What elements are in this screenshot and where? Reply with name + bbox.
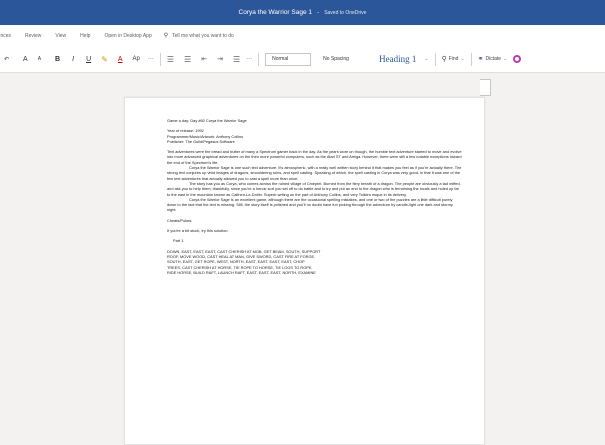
ribbon-toolbar: ↶ A A B I U ✎ A Ap ··· ☰ ☰ ⇤ ⇥ ☰ ··· Nor… bbox=[0, 46, 605, 73]
document-page[interactable]: Game a day: Day #60 Corya the Warrior Sa… bbox=[124, 97, 485, 445]
find-label: Find bbox=[448, 56, 459, 62]
ribbon-overflow-button[interactable]: ↶ bbox=[4, 56, 9, 63]
divider bbox=[159, 52, 161, 66]
menu-references[interactable]: rences bbox=[0, 33, 11, 39]
menu-open-desktop[interactable]: Open in Desktop App bbox=[104, 33, 151, 39]
font-color-icon[interactable]: A bbox=[118, 56, 123, 63]
find-button[interactable]: ⚲ Find ⌄ bbox=[442, 55, 465, 63]
page-navigation-box[interactable] bbox=[480, 79, 491, 96]
more-paragraph-options-button[interactable]: ··· bbox=[246, 56, 252, 62]
chevron-down-icon: ⌄ bbox=[460, 56, 465, 62]
increase-indent-icon[interactable]: ⇥ bbox=[217, 55, 223, 63]
clear-formatting-icon[interactable]: Ap bbox=[133, 56, 140, 62]
search-icon: ⚲ bbox=[441, 56, 447, 63]
menu-help[interactable]: Help bbox=[80, 33, 90, 39]
more-font-options-button[interactable]: ··· bbox=[148, 56, 154, 62]
doc-paragraph-3: The story has you as Corya, who comes ac… bbox=[167, 180, 461, 197]
dictate-label: Dictate bbox=[485, 56, 502, 62]
dictate-button[interactable]: ⚭ Dictate ⌄ bbox=[478, 55, 508, 63]
style-normal[interactable]: Normal bbox=[265, 52, 312, 66]
doc-paragraph-2: Corya the Warrior Sage is one such text … bbox=[167, 165, 462, 181]
style-heading-1[interactable]: Heading 1 bbox=[373, 53, 422, 66]
bold-button[interactable]: B bbox=[55, 56, 60, 63]
align-icon[interactable]: ☰ bbox=[233, 55, 240, 64]
title-separator: - bbox=[317, 9, 320, 16]
document-title[interactable]: Corya the Warrior Sage 1 bbox=[239, 9, 312, 16]
doc-paragraph-4: Corya the Warrior Sage is an excellent g… bbox=[167, 196, 453, 213]
underline-button[interactable]: U bbox=[86, 56, 91, 63]
decrease-indent-icon[interactable]: ⇤ bbox=[201, 55, 207, 63]
shrink-font-button[interactable]: A bbox=[38, 56, 41, 62]
menu-review[interactable]: Review bbox=[25, 33, 41, 39]
tell-me-box[interactable]: ⚲ Tell me what you want to do bbox=[163, 32, 234, 40]
document-body[interactable]: Game a day: Day #60 Corya the Warrior Sa… bbox=[167, 118, 462, 275]
editor-icon[interactable] bbox=[513, 55, 522, 63]
divider bbox=[470, 52, 472, 66]
doc-paragraph-1: Text adventures were the bread and butte… bbox=[167, 149, 462, 165]
menu-view[interactable]: View bbox=[55, 33, 66, 39]
grow-font-button[interactable]: A bbox=[23, 56, 28, 63]
microphone-icon: ⚭ bbox=[477, 56, 484, 63]
menu-bar: rences Review View Help Open in Desktop … bbox=[0, 25, 605, 46]
numbering-icon[interactable]: ☰ bbox=[184, 55, 191, 64]
save-status[interactable]: Saved to OneDrive bbox=[324, 10, 366, 16]
divider bbox=[434, 52, 436, 66]
divider bbox=[258, 52, 260, 66]
lightbulb-icon: ⚲ bbox=[163, 33, 169, 39]
highlight-icon[interactable]: ✎ bbox=[101, 55, 108, 64]
title-bar: Corya the Warrior Sage 1 - Saved to OneD… bbox=[0, 0, 605, 25]
chevron-down-icon[interactable]: ⌄ bbox=[424, 56, 428, 62]
bullets-icon[interactable]: ☰ bbox=[167, 55, 174, 64]
solution-line-5: RIDE HORSE, BUILD RAFT, LAUNCH RAFT, EAS… bbox=[167, 269, 316, 275]
italic-button[interactable]: I bbox=[72, 56, 74, 63]
style-no-spacing[interactable]: No Spacing bbox=[317, 53, 367, 66]
chevron-down-icon: ⌄ bbox=[503, 56, 508, 62]
tell-me-text: Tell me what you want to do bbox=[172, 32, 234, 39]
